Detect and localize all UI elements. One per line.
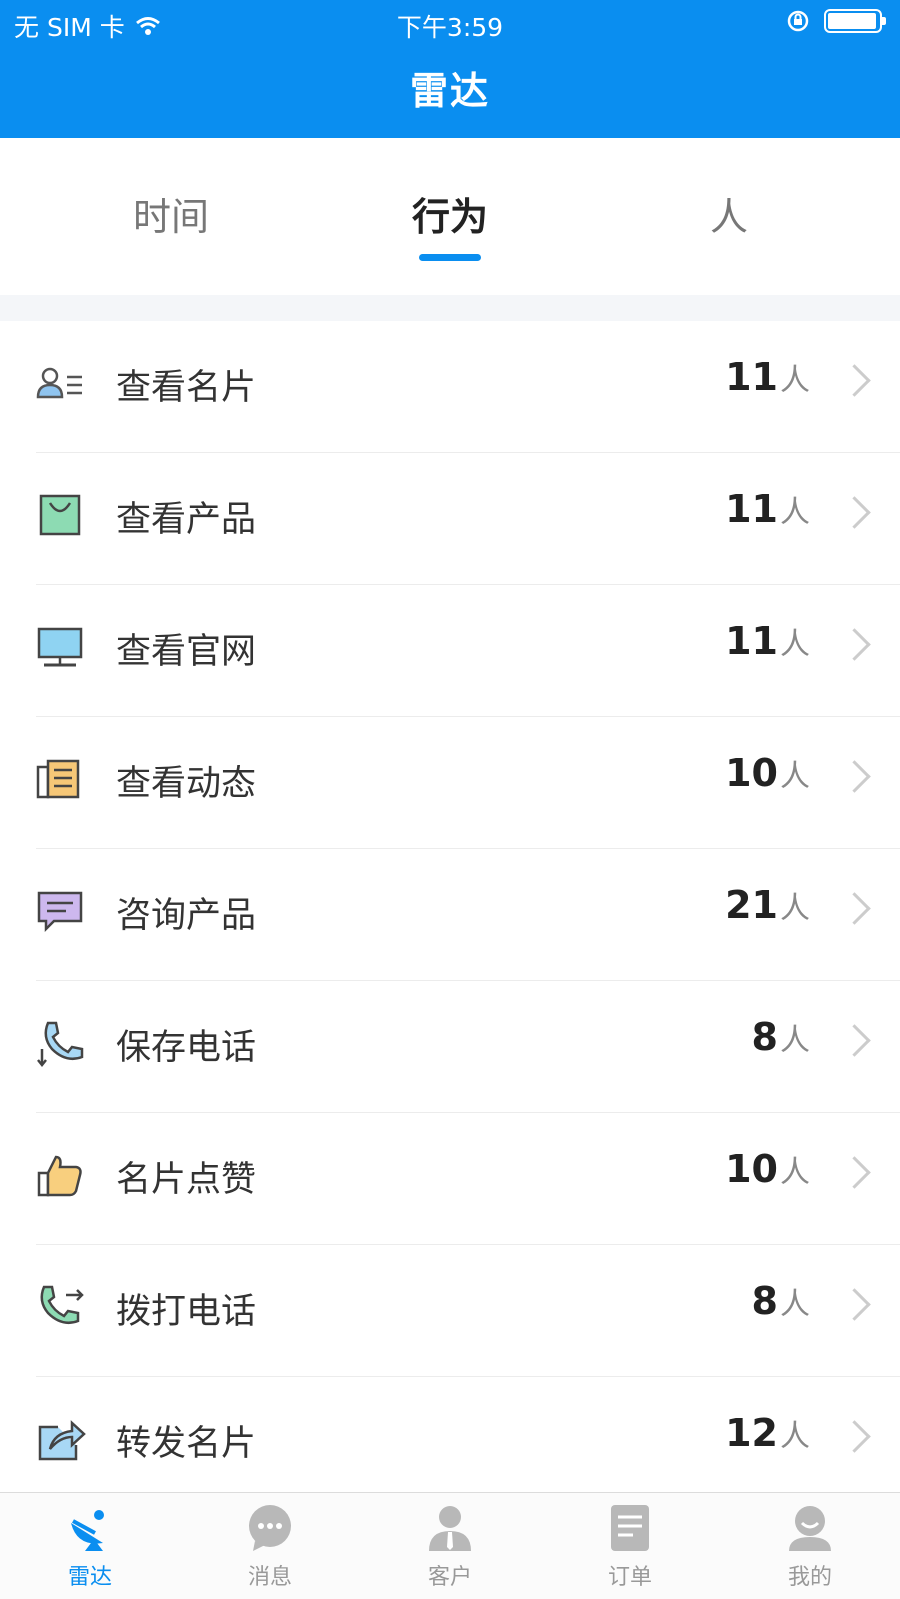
count-unit: 人 xyxy=(780,363,810,398)
count-value: 10人 xyxy=(725,1147,810,1191)
count-unit: 人 xyxy=(780,1287,810,1322)
status-time: 下午3:59 xyxy=(396,13,504,42)
section-divider xyxy=(0,295,900,321)
count-number: 8 xyxy=(751,1279,778,1323)
tabbar-label: 客户 xyxy=(427,1565,472,1590)
chevron-right-icon xyxy=(838,760,871,793)
message-icon xyxy=(249,1505,291,1551)
chevron-right-icon xyxy=(838,628,871,661)
count-unit: 人 xyxy=(780,759,810,794)
chevron-right-icon xyxy=(838,364,871,397)
chevron-right-icon xyxy=(838,1156,871,1189)
count-value: 8人 xyxy=(752,1015,810,1059)
app-header: 无 SIM 卡 下午3:59 雷达 xyxy=(0,0,900,138)
battery-icon xyxy=(824,9,886,33)
list-item-label: 转发名片 xyxy=(116,1424,257,1464)
count-unit: 人 xyxy=(780,891,810,926)
count-value: 10人 xyxy=(725,751,810,795)
customer-icon xyxy=(429,1506,471,1551)
list-item-label: 查看动态 xyxy=(116,764,257,804)
tabbar-item-customer[interactable]: 客户 xyxy=(360,1503,540,1591)
count-value: 21人 xyxy=(725,883,810,927)
count-value: 11人 xyxy=(725,619,810,663)
list-item-view-card[interactable]: 查看名片 11人 xyxy=(36,321,900,453)
tabbar-label: 雷达 xyxy=(67,1565,112,1590)
tabbar-item-radar[interactable]: 雷达 xyxy=(0,1503,180,1591)
segment-tabs: 时间 行为 人 xyxy=(0,138,900,295)
list-item-call-phone[interactable]: 拨打电话 8人 xyxy=(36,1245,900,1377)
count-number: 11 xyxy=(725,619,778,663)
order-icon xyxy=(611,1505,649,1551)
list-item-label: 查看官网 xyxy=(116,632,257,672)
count-unit: 人 xyxy=(780,627,810,662)
list-item-label: 名片点赞 xyxy=(116,1160,257,1200)
phone-save-icon xyxy=(37,1021,84,1068)
count-number: 11 xyxy=(725,355,778,399)
list-item-label: 保存电话 xyxy=(116,1028,257,1068)
status-right xyxy=(786,9,886,33)
tabbar-label: 消息 xyxy=(247,1565,292,1590)
count-number: 11 xyxy=(725,487,778,531)
count-value: 8人 xyxy=(752,1279,810,1323)
chevron-right-icon xyxy=(838,892,871,925)
count-number: 10 xyxy=(725,1147,778,1191)
orientation-lock-icon xyxy=(787,10,809,32)
radar-icon xyxy=(71,1510,104,1551)
list-item-consult-product[interactable]: 咨询产品 21人 xyxy=(36,849,900,981)
tab-person[interactable]: 人 xyxy=(579,186,879,241)
count-unit: 人 xyxy=(780,495,810,530)
list-item-view-website[interactable]: 查看官网 11人 xyxy=(36,585,900,717)
tab-time[interactable]: 时间 xyxy=(21,186,321,241)
news-icon xyxy=(36,759,80,799)
chevron-right-icon xyxy=(838,1288,871,1321)
tabbar-item-order[interactable]: 订单 xyxy=(540,1503,720,1591)
list-item-forward-card[interactable]: 转发名片 12人 xyxy=(36,1377,900,1509)
profile-icon xyxy=(789,1506,831,1551)
tab-behavior[interactable]: 行为 xyxy=(300,186,600,241)
chevron-right-icon xyxy=(838,1420,871,1453)
shopping-bag-icon xyxy=(39,494,81,536)
page-title: 雷达 xyxy=(409,69,490,113)
list-item-save-phone[interactable]: 保存电话 8人 xyxy=(36,981,900,1113)
count-unit: 人 xyxy=(780,1419,810,1454)
monitor-icon xyxy=(37,627,83,667)
count-number: 21 xyxy=(725,883,778,927)
count-unit: 人 xyxy=(780,1023,810,1058)
list-item-label: 查看名片 xyxy=(116,368,257,408)
bottom-tab-bar: 雷达 消息 客户 订单 我的 xyxy=(0,1492,900,1599)
list-item-label: 咨询产品 xyxy=(116,896,257,936)
tabbar-label: 我的 xyxy=(787,1565,832,1590)
contact-card-icon xyxy=(36,367,82,399)
tabbar-item-profile[interactable]: 我的 xyxy=(720,1503,900,1591)
list-item-view-news[interactable]: 查看动态 10人 xyxy=(36,717,900,849)
share-icon xyxy=(38,1420,86,1461)
count-value: 12人 xyxy=(725,1411,810,1455)
tabbar-label: 订单 xyxy=(607,1565,652,1590)
count-value: 11人 xyxy=(725,355,810,399)
list-item-label: 查看产品 xyxy=(116,500,257,540)
status-bar: 无 SIM 卡 下午3:59 xyxy=(0,0,900,46)
behavior-list: 查看名片 11人 查看产品 11人 查看官网 11人 查看动态 10人 咨询产品… xyxy=(0,321,900,1509)
chevron-right-icon xyxy=(838,1024,871,1057)
count-value: 11人 xyxy=(725,487,810,531)
tabbar-item-message[interactable]: 消息 xyxy=(180,1503,360,1591)
phone-call-icon xyxy=(40,1285,84,1324)
chat-bubble-icon xyxy=(37,891,83,933)
count-number: 12 xyxy=(725,1411,778,1455)
thumbs-up-icon xyxy=(37,1155,82,1197)
list-item-label: 拨打电话 xyxy=(116,1292,257,1332)
active-tab-indicator xyxy=(419,254,481,261)
count-unit: 人 xyxy=(780,1155,810,1190)
count-number: 10 xyxy=(725,751,778,795)
chevron-right-icon xyxy=(838,496,871,529)
count-number: 8 xyxy=(751,1015,778,1059)
list-item-view-product[interactable]: 查看产品 11人 xyxy=(36,453,900,585)
list-item-like-card[interactable]: 名片点赞 10人 xyxy=(36,1113,900,1245)
